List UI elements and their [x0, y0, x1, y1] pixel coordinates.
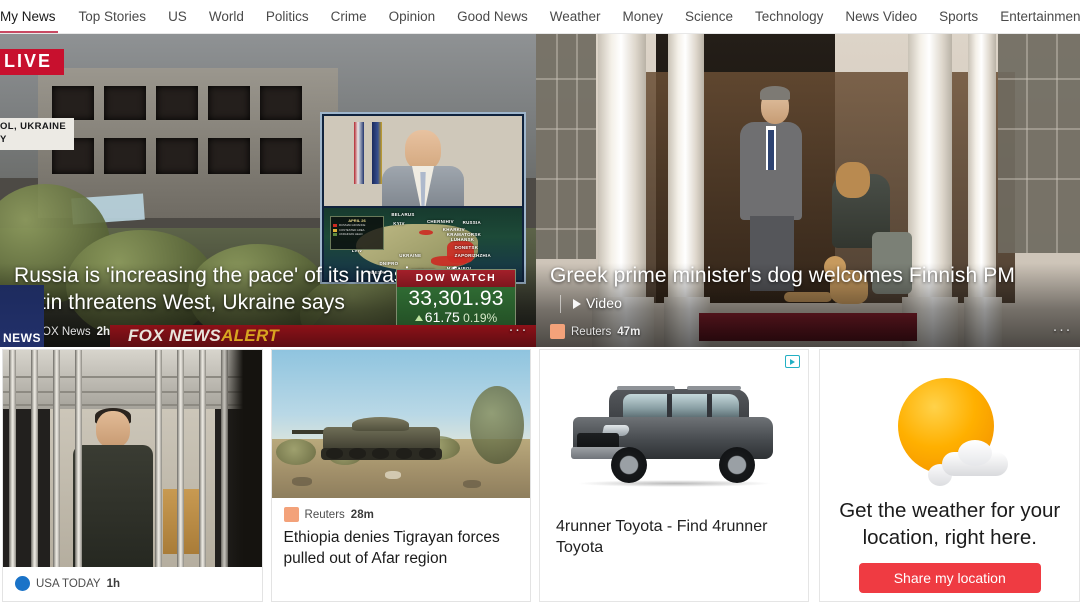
- hero-timestamp: 2h: [96, 325, 111, 338]
- map-label-belarus: BELARUS: [391, 211, 415, 217]
- nav-label: News Video: [845, 9, 918, 24]
- nav-label: Entertainment: [1000, 9, 1080, 24]
- sun-cloud-icon: [890, 372, 1010, 492]
- nav-item-science[interactable]: Science: [674, 0, 744, 33]
- card-meta-ethiopia: Reuters 28m: [272, 498, 531, 524]
- alert-banner-white: FOX NEWS: [128, 326, 222, 345]
- map-label-luhansk: LUHANSK: [450, 236, 475, 242]
- hero-source-name: Reuters: [571, 325, 612, 338]
- card-source-name: Reuters: [304, 508, 345, 521]
- hero-timestamp: 47m: [617, 325, 641, 338]
- nav-item-crime[interactable]: Crime: [320, 0, 378, 33]
- nav-item-politics[interactable]: Politics: [255, 0, 320, 33]
- reuters-source-icon: [550, 324, 565, 339]
- column-usatoday: USA TODAY 1h: [2, 349, 263, 602]
- nav-label: Money: [622, 9, 664, 24]
- column-weather: Get the weather for your location, right…: [819, 349, 1080, 602]
- hero-card-greek-pm[interactable]: Greek prime minister's dog welcomes Finn…: [536, 34, 1080, 347]
- map-label-donetsk: DONETSK: [454, 245, 479, 251]
- dow-watch-ticker: DOW WATCH 33,301.93 61.75 0.19%: [396, 269, 516, 329]
- overflow-menu-russia[interactable]: ···: [509, 321, 529, 338]
- hero-meta-greek-pm: Reuters 47m: [550, 324, 1066, 339]
- overflow-menu-greek-pm[interactable]: ···: [1053, 321, 1073, 338]
- nav-label: Good News: [457, 9, 528, 24]
- nav-label: My News: [0, 9, 56, 24]
- interview-feed: [324, 116, 522, 206]
- nav-label: US: [168, 9, 187, 24]
- broadcast-inset: BELARUS RUSSIA KYIV CHERNIHIV KHARKIV KR…: [320, 112, 526, 284]
- top-navigation[interactable]: My News Top Stories US World Politics Cr…: [0, 0, 1080, 34]
- map-label-chernihiv: CHERNIHIV: [426, 218, 454, 224]
- map-label-kyiv: KYIV: [393, 220, 405, 226]
- nav-label: Top Stories: [78, 9, 147, 24]
- live-badge: LIVE: [0, 49, 65, 75]
- ad-image-suv: [540, 360, 808, 510]
- ticker-change: 61.75: [424, 308, 460, 325]
- hero-overlay-greek-pm: Greek prime minister's dog welcomes Finn…: [536, 263, 1080, 347]
- nav-item-us[interactable]: US: [157, 0, 198, 33]
- news-card-ethiopia[interactable]: Reuters 28m Ethiopia denies Tigrayan for…: [270, 349, 532, 602]
- location-line-1: OL, UKRAINE: [0, 121, 67, 132]
- nav-item-entertainment[interactable]: Entertainment: [989, 0, 1080, 33]
- card-timestamp: 1h: [106, 577, 120, 590]
- map-legend-title: APRIL 26: [348, 218, 366, 223]
- column-ethiopia: Reuters 28m Ethiopia denies Tigrayan for…: [270, 349, 532, 602]
- weather-headline: Get the weather for your location, right…: [839, 499, 1061, 549]
- nav-item-sports[interactable]: Sports: [928, 0, 989, 33]
- nav-item-my-news[interactable]: My News: [0, 0, 68, 33]
- ticker-up-arrow-icon: [414, 314, 423, 321]
- ticker-percent: 0.19%: [463, 310, 498, 325]
- card-timestamp: 28m: [350, 508, 374, 521]
- location-line-2: Y: [0, 133, 7, 145]
- usatoday-source-icon: [15, 576, 30, 591]
- nav-item-news-video[interactable]: News Video: [834, 0, 928, 33]
- advertisement-card[interactable]: 4runner Toyota - Find 4runner Toyota: [539, 349, 810, 602]
- nav-item-top-stories[interactable]: Top Stories: [68, 0, 158, 33]
- card-image-prisoner: [3, 350, 262, 567]
- card-title-usatoday: [3, 593, 262, 601]
- fox-news-alert-banner: FOX NEWSALERT: [110, 325, 536, 347]
- reuters-source-icon: [283, 507, 299, 522]
- ad-headline[interactable]: 4runner Toyota - Find 4runner Toyota: [540, 510, 808, 559]
- nav-item-good-news[interactable]: Good News: [446, 0, 539, 33]
- ticker-value: 33,301.93: [408, 286, 504, 310]
- alert-banner-yellow: ALERT: [221, 326, 279, 345]
- hero-card-russia[interactable]: LIVE OL, UKRAINE Y BELARUS RUSSIA KYIV C…: [0, 34, 536, 347]
- ticker-label: DOW WATCH: [397, 270, 515, 287]
- video-label: Video: [586, 294, 623, 311]
- card-title-ethiopia: Ethiopia denies Tigrayan forces pulled o…: [283, 529, 500, 567]
- hero-row: LIVE OL, UKRAINE Y BELARUS RUSSIA KYIV C…: [0, 34, 1080, 347]
- map-label-zaporizhzhia: ZAPORIZHZHIA: [454, 252, 491, 258]
- play-icon: [573, 298, 581, 309]
- card-image-tank: [271, 350, 531, 498]
- card-source-name: USA TODAY: [36, 577, 101, 590]
- nav-label: Technology: [755, 9, 824, 24]
- weather-promo-card[interactable]: Get the weather for your location, right…: [819, 349, 1080, 602]
- nav-item-money[interactable]: Money: [611, 0, 674, 33]
- map-label-ukraine: UKRAINE: [399, 252, 422, 258]
- nav-label: Opinion: [388, 9, 436, 24]
- video-badge[interactable]: Video: [560, 294, 623, 313]
- hero-title-text: Greek prime minister's dog welcomes Finn…: [550, 264, 1015, 288]
- nav-item-opinion[interactable]: Opinion: [378, 0, 447, 33]
- fox-news-logo: NEWS: [0, 285, 44, 347]
- news-card-usatoday[interactable]: USA TODAY 1h: [2, 349, 263, 602]
- column-advertisement: 4runner Toyota - Find 4runner Toyota: [539, 349, 810, 602]
- nav-label: World: [208, 9, 244, 24]
- nav-item-weather[interactable]: Weather: [539, 0, 612, 33]
- card-meta-usatoday: USA TODAY 1h: [3, 567, 262, 593]
- nav-label: Sports: [939, 9, 979, 24]
- nav-label: Crime: [330, 9, 367, 24]
- hero-title-greek-pm: Greek prime minister's dog welcomes Finn…: [550, 263, 1066, 317]
- map-label-russia: RUSSIA: [462, 219, 481, 225]
- nav-label: Science: [685, 9, 734, 24]
- nav-label: Politics: [265, 9, 309, 24]
- nav-item-technology[interactable]: Technology: [744, 0, 834, 33]
- nav-item-world[interactable]: World: [198, 0, 255, 33]
- card-row: USA TODAY 1h Reuters 28m Ethiopia denies…: [0, 347, 1080, 602]
- broadcast-location-strip: OL, UKRAINE Y: [0, 118, 75, 150]
- share-location-button[interactable]: Share my location: [858, 563, 1041, 594]
- nav-label: Weather: [549, 9, 601, 24]
- map-legend: APRIL 26 RUSSIAN ADVANCE CONTESTED AREA …: [330, 216, 384, 250]
